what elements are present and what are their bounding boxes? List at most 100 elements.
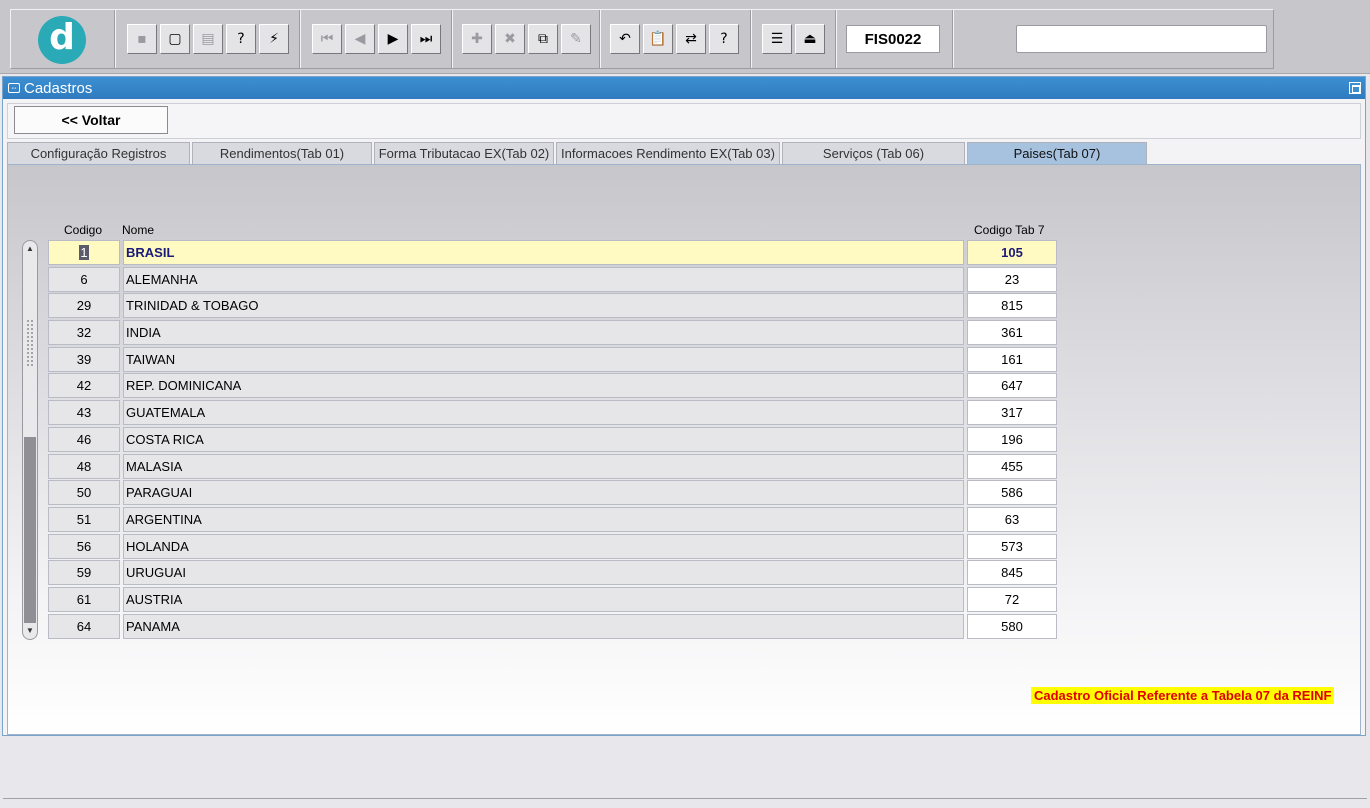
codigo-field[interactable]: 39 bbox=[48, 346, 120, 372]
window-button[interactable]: ▢ bbox=[160, 24, 190, 54]
insert-record-button[interactable]: ✚ bbox=[462, 24, 492, 54]
exit-button[interactable]: ⏏ bbox=[795, 24, 825, 54]
toolbar-separator bbox=[451, 10, 453, 68]
print-button[interactable]: ▤ bbox=[193, 24, 223, 54]
codigo-field[interactable]: 6 bbox=[48, 266, 120, 292]
table-row[interactable]: 32 INDIA 361 bbox=[48, 320, 1058, 347]
undo-button[interactable]: ↶ bbox=[610, 24, 640, 54]
nome-field-value: MALASIA bbox=[126, 458, 183, 474]
codigo-tab7-field[interactable]: 573 bbox=[967, 533, 1057, 559]
transfer-button[interactable]: ⇄ bbox=[676, 24, 706, 54]
menu-button[interactable]: ☰ bbox=[762, 24, 792, 54]
last-record-button[interactable]: ⏭ bbox=[411, 24, 441, 54]
table-row[interactable]: 29 TRINIDAD & TOBAGO 815 bbox=[48, 293, 1058, 320]
column-header-codigo: Codigo bbox=[64, 223, 103, 237]
table-row[interactable]: 1 BRASIL 105 bbox=[48, 240, 1058, 267]
nome-field[interactable]: COSTA RICA bbox=[123, 426, 964, 452]
table-row[interactable]: 48 MALASIA 455 bbox=[48, 453, 1058, 481]
table-row[interactable]: 6 ALEMANHA 23 bbox=[48, 266, 1058, 294]
window-menu-icon[interactable]: ⇔ bbox=[8, 83, 20, 93]
nome-field[interactable]: ARGENTINA bbox=[123, 506, 964, 532]
nome-field[interactable]: TAIWAN bbox=[123, 346, 964, 372]
codigo-tab7-field[interactable]: 317 bbox=[967, 400, 1057, 426]
tab-informacoes-rendimento[interactable]: Informacoes Rendimento EX(Tab 03) bbox=[556, 142, 780, 164]
tab-rendimentos[interactable]: Rendimentos(Tab 01) bbox=[192, 142, 372, 164]
nome-field[interactable]: TRINIDAD & TOBAGO bbox=[123, 293, 964, 319]
codigo-field[interactable]: 1 bbox=[48, 240, 120, 265]
codigo-field[interactable]: 56 bbox=[48, 533, 120, 559]
scrollbar-thumb[interactable] bbox=[24, 437, 36, 623]
maximize-icon[interactable] bbox=[1349, 82, 1361, 94]
tab-forma-tributacao[interactable]: Forma Tributacao EX(Tab 02) bbox=[374, 142, 554, 164]
codigo-tab7-field[interactable]: 161 bbox=[967, 346, 1057, 372]
edit-button[interactable]: ✎ bbox=[561, 24, 591, 54]
nome-field-value: PARAGUAI bbox=[126, 485, 193, 501]
first-record-button[interactable]: ⏮ bbox=[312, 24, 342, 54]
codigo-field[interactable]: 29 bbox=[48, 293, 120, 319]
nome-field[interactable]: ALEMANHA bbox=[123, 266, 964, 292]
table-row[interactable]: 61 AUSTRIA 72 bbox=[48, 586, 1058, 614]
codigo-field[interactable]: 50 bbox=[48, 480, 120, 506]
help-button[interactable]: ? bbox=[709, 24, 739, 54]
tab-configuracao-registros[interactable]: Configuração Registros bbox=[7, 142, 190, 164]
codigo-tab7-field[interactable]: 23 bbox=[967, 266, 1057, 292]
codigo-tab7-field[interactable]: 845 bbox=[967, 560, 1057, 586]
codigo-field-value: 64 bbox=[76, 618, 92, 634]
nome-field[interactable]: AUSTRIA bbox=[123, 586, 964, 612]
duplicate-record-button[interactable]: ⧉ bbox=[528, 24, 558, 54]
table-row[interactable]: 42 REP. DOMINICANA 647 bbox=[48, 373, 1058, 400]
tab-servicos[interactable]: Serviços (Tab 06) bbox=[782, 142, 965, 164]
codigo-tab7-field[interactable]: 105 bbox=[967, 240, 1057, 265]
codigo-field[interactable]: 43 bbox=[48, 400, 120, 426]
codigo-field[interactable]: 48 bbox=[48, 453, 120, 479]
table-row[interactable]: 56 HOLANDA 573 bbox=[48, 533, 1058, 561]
codigo-field[interactable]: 64 bbox=[48, 613, 120, 639]
back-button[interactable]: << Voltar bbox=[14, 106, 168, 134]
toolbar-search-input[interactable] bbox=[1016, 25, 1267, 53]
codigo-tab7-field[interactable]: 580 bbox=[967, 613, 1057, 639]
nome-field[interactable]: INDIA bbox=[123, 320, 964, 346]
table-row[interactable]: 50 PARAGUAI 586 bbox=[48, 480, 1058, 507]
nome-field[interactable]: PANAMA bbox=[123, 613, 964, 639]
table-scrollbar[interactable]: ▲ ▼ bbox=[22, 240, 38, 640]
clipboard-button[interactable]: 📋 bbox=[643, 24, 673, 54]
codigo-tab7-field[interactable]: 72 bbox=[967, 586, 1057, 612]
codigo-tab7-field[interactable]: 815 bbox=[967, 293, 1057, 319]
table-row[interactable]: 64 PANAMA 580 bbox=[48, 613, 1058, 641]
scroll-down-icon[interactable]: ▼ bbox=[24, 625, 36, 637]
nome-field[interactable]: HOLANDA bbox=[123, 533, 964, 559]
nome-field[interactable]: PARAGUAI bbox=[123, 480, 964, 506]
save-button[interactable]: ▪ bbox=[127, 24, 157, 54]
codigo-field[interactable]: 61 bbox=[48, 586, 120, 612]
codigo-field[interactable]: 51 bbox=[48, 506, 120, 532]
prev-record-button[interactable]: ◀ bbox=[345, 24, 375, 54]
next-record-button[interactable]: ▶ bbox=[378, 24, 408, 54]
codigo-tab7-field[interactable]: 647 bbox=[967, 373, 1057, 399]
codigo-field[interactable]: 32 bbox=[48, 320, 120, 346]
toolbar: d ▪ ▢ ▤? ⚡ ⏮ ◀ ▶ ⏭ ✚ ✖ ⧉ ✎ ↶ 📋 ⇄? ☰ ⏏ FIS0022 bbox=[0, 0, 1370, 74]
codigo-field[interactable]: 42 bbox=[48, 373, 120, 399]
delete-record-button[interactable]: ✖ bbox=[495, 24, 525, 54]
table-row[interactable]: 59 URUGUAI 845 bbox=[48, 560, 1058, 587]
codigo-tab7-field[interactable]: 586 bbox=[967, 480, 1057, 506]
nome-field[interactable]: BRASIL bbox=[123, 240, 964, 265]
codigo-tab7-field[interactable]: 63 bbox=[967, 506, 1057, 532]
query-help-button[interactable]: ? bbox=[226, 24, 256, 54]
table-row[interactable]: 43 GUATEMALA 317 bbox=[48, 400, 1058, 427]
codigo-tab7-field[interactable]: 196 bbox=[967, 426, 1057, 452]
table-row[interactable]: 51 ARGENTINA 63 bbox=[48, 506, 1058, 534]
nome-field[interactable]: GUATEMALA bbox=[123, 400, 964, 426]
table-row[interactable]: 39 TAIWAN 161 bbox=[48, 346, 1058, 374]
table-row[interactable]: 46 COSTA RICA 196 bbox=[48, 426, 1058, 454]
nome-field[interactable]: REP. DOMINICANA bbox=[123, 373, 964, 399]
nome-field-value: COSTA RICA bbox=[126, 431, 204, 447]
codigo-field[interactable]: 59 bbox=[48, 560, 120, 586]
codigo-tab7-field[interactable]: 455 bbox=[967, 453, 1057, 479]
tab-paises[interactable]: Paises(Tab 07) bbox=[967, 142, 1147, 164]
codigo-field[interactable]: 46 bbox=[48, 426, 120, 452]
execute-query-button[interactable]: ⚡ bbox=[259, 24, 289, 54]
codigo-tab7-field[interactable]: 361 bbox=[967, 320, 1057, 346]
nome-field[interactable]: MALASIA bbox=[123, 453, 964, 479]
scroll-up-icon[interactable]: ▲ bbox=[24, 243, 36, 255]
nome-field[interactable]: URUGUAI bbox=[123, 560, 964, 586]
